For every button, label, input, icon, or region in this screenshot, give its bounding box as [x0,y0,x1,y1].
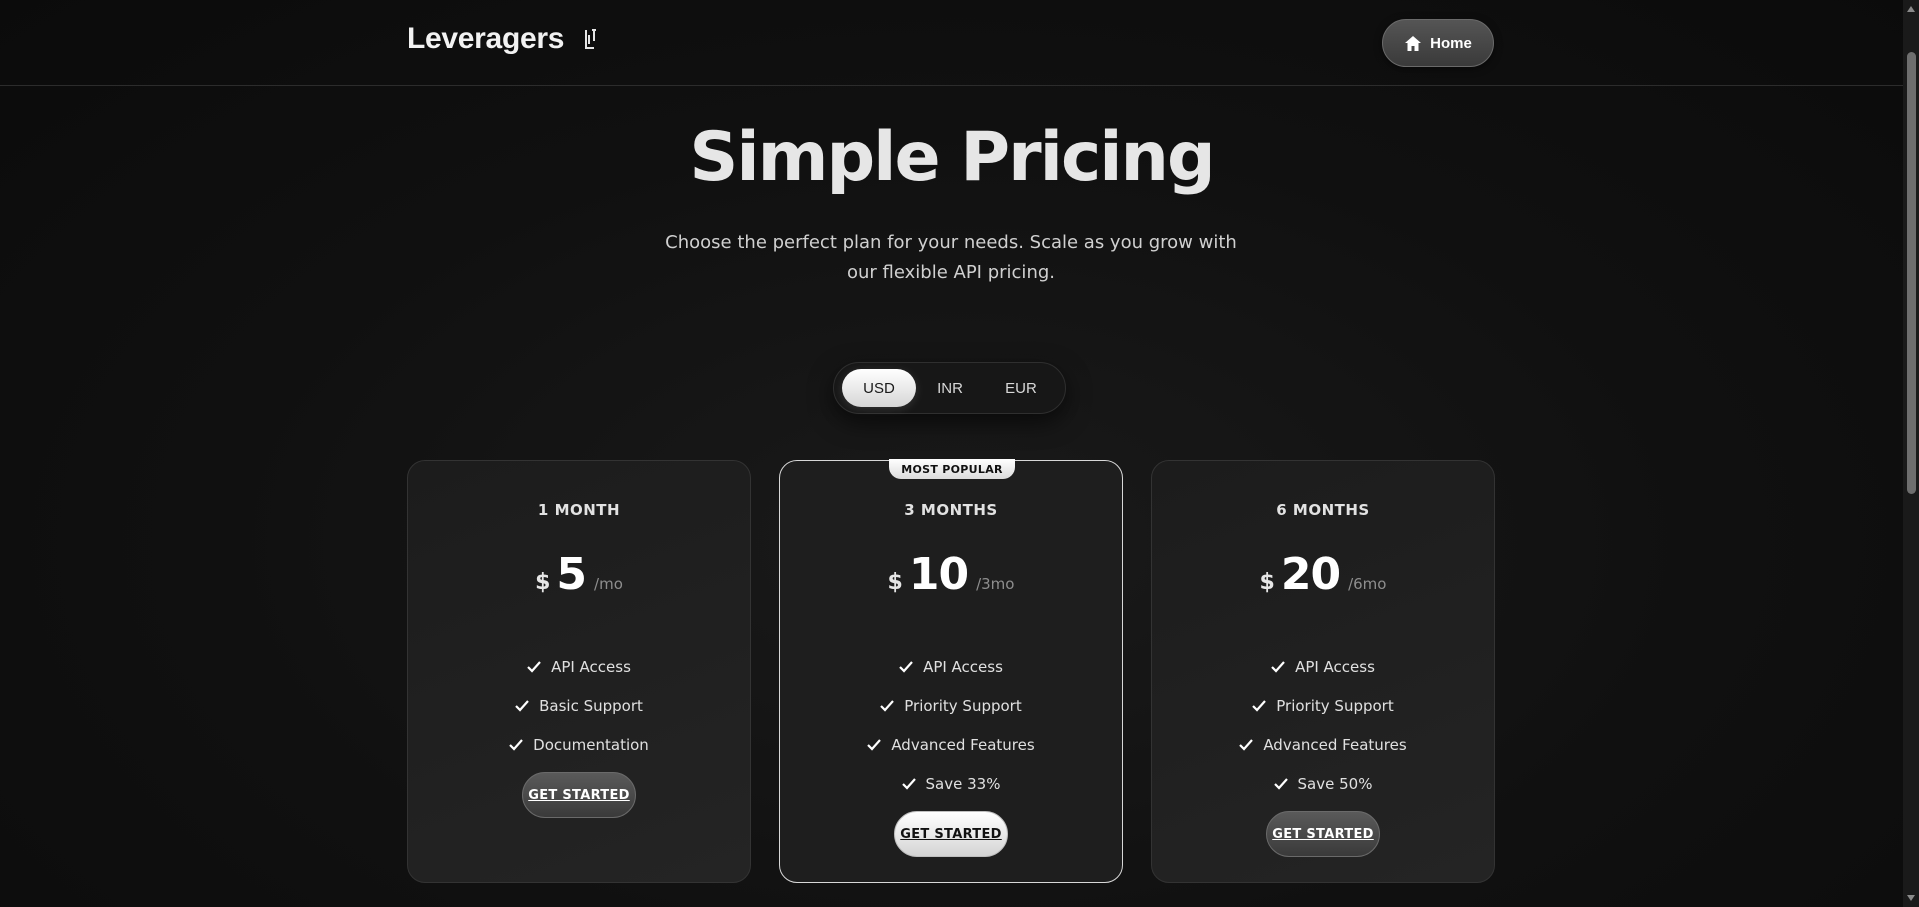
feature-list: API Access Priority Support Advanced Fea… [780,647,1122,803]
plan-name: 3 MONTHS [904,501,998,519]
price: $ 20 /6mo [1152,549,1494,600]
currency-option-inr[interactable]: INR [913,369,987,407]
price-value: 5 [556,549,587,600]
feature-item: Save 50% [1152,764,1494,803]
most-popular-badge: MOST POPULAR [889,459,1015,479]
feature-item: API Access [780,647,1122,686]
currency-symbol: $ [887,570,903,595]
plan-card-3-months: MOST POPULAR 3 MONTHS $ 10 /3mo API Acce… [779,459,1123,883]
check-icon [1273,777,1288,790]
plan-name: 1 MONTH [537,501,621,519]
feature-item: Save 33% [780,764,1122,803]
home-icon [1405,35,1422,51]
feature-item: Advanced Features [780,725,1122,764]
price: $ 10 /3mo [780,549,1122,600]
feature-label: Priority Support [1276,696,1394,715]
price: $ 5 /mo [408,549,750,600]
feature-label: API Access [1295,657,1375,676]
scroll-up-arrow-icon[interactable] [1906,4,1916,14]
feature-label: Save 33% [925,774,1001,793]
currency-switch: USD INR EUR [833,362,1066,414]
feature-item: Priority Support [780,686,1122,725]
price-period: /mo [594,575,623,593]
feature-item: Basic Support [408,686,750,725]
check-icon [880,699,895,712]
price-value: 20 [1280,549,1341,600]
brand-mark-icon [585,29,597,49]
feature-label: Save 50% [1297,774,1373,793]
check-icon [1252,699,1267,712]
price-period: /3mo [976,575,1015,593]
feature-item: Documentation [408,725,750,764]
plan-card-1-month: 1 MONTH $ 5 /mo API Access Basic Support… [407,460,751,883]
feature-item: API Access [408,647,750,686]
plan-card-6-months: 6 MONTHS $ 20 /6mo API Access Priority S… [1151,460,1495,883]
scroll-down-arrow-icon[interactable] [1906,893,1916,903]
feature-label: Basic Support [539,696,643,715]
check-icon [1271,660,1285,673]
check-icon [509,738,523,751]
brand[interactable]: Leveragers [407,22,598,56]
feature-item: Priority Support [1152,686,1494,725]
home-button[interactable]: Home [1382,19,1494,67]
get-started-button[interactable]: GET STARTED [522,772,636,818]
check-icon [899,660,913,673]
scrollbar-thumb[interactable] [1907,52,1916,494]
price-period: /6mo [1348,575,1387,593]
feature-label: Documentation [533,735,649,754]
currency-option-eur[interactable]: EUR [984,369,1058,407]
feature-item: Advanced Features [1152,725,1494,764]
feature-item: API Access [1152,647,1494,686]
plan-name: 6 MONTHS [1276,501,1370,519]
page-scrollbar[interactable] [1903,0,1919,907]
currency-option-usd[interactable]: USD [842,369,916,407]
feature-label: API Access [551,657,631,676]
feature-list: API Access Priority Support Advanced Fea… [1152,647,1494,803]
feature-list: API Access Basic Support Documentation [408,647,750,764]
check-icon [867,738,882,751]
feature-label: API Access [923,657,1003,676]
price-value: 10 [908,549,969,600]
check-icon [527,660,541,673]
feature-label: Priority Support [904,696,1022,715]
feature-label: Advanced Features [1263,735,1407,754]
page-title: Simple Pricing [689,118,1215,197]
feature-label: Advanced Features [891,735,1035,754]
top-nav: Leveragers Home [0,0,1903,86]
page-subtitle: Choose the perfect plan for your needs. … [665,232,1237,283]
currency-symbol: $ [535,570,551,595]
check-icon [901,777,916,790]
get-started-button[interactable]: GET STARTED [894,811,1008,857]
currency-symbol: $ [1259,570,1275,595]
get-started-button[interactable]: GET STARTED [1266,811,1380,857]
check-icon [1239,738,1254,751]
home-button-label: Home [1430,34,1472,52]
brand-name: Leveragers [407,22,565,55]
check-icon [515,699,529,712]
